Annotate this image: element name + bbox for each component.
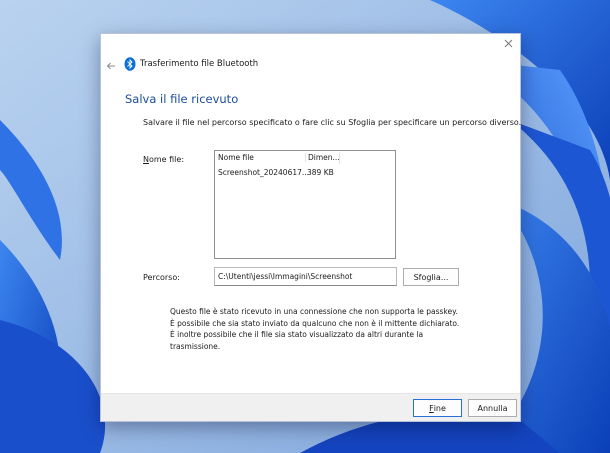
column-separator[interactable] <box>339 152 340 164</box>
cancel-button[interactable]: Annulla <box>468 399 517 417</box>
page-title: Salva il file ricevuto <box>125 92 239 106</box>
close-button[interactable] <box>498 34 520 54</box>
file-row-size[interactable]: 389 KB <box>307 168 334 177</box>
close-icon <box>504 39 513 48</box>
filename-label-rest: ome file: <box>148 155 185 164</box>
title-bar: Trasferimento file Bluetooth <box>101 34 520 84</box>
column-header-name[interactable]: Nome file <box>218 153 303 162</box>
back-button[interactable] <box>105 57 119 71</box>
path-label: Percorso: <box>143 273 180 282</box>
path-input[interactable] <box>214 267 397 286</box>
back-arrow-icon <box>106 62 115 70</box>
file-row-name[interactable]: Screenshot_20240617... <box>218 168 309 177</box>
bluetooth-icon <box>124 57 136 71</box>
finish-label-rest: ine <box>433 403 446 413</box>
browse-button[interactable]: Sfoglia... <box>403 268 459 286</box>
window-title: Trasferimento file Bluetooth <box>140 59 259 69</box>
finish-button[interactable]: Fine <box>413 399 462 417</box>
filename-label: Nome file: <box>143 155 184 164</box>
column-header-size[interactable]: Dimen... <box>305 153 341 162</box>
security-warning-text: Questo file è stato ricevuto in una conn… <box>170 307 460 351</box>
dialog-footer: Fine Annulla <box>101 393 520 421</box>
instructions-text: Salvare il file nel percorso specificato… <box>143 118 522 127</box>
file-list[interactable]: Nome file Dimen... Screenshot_20240617..… <box>214 150 396 259</box>
bluetooth-file-transfer-dialog: Trasferimento file Bluetooth Salva il fi… <box>100 33 521 422</box>
